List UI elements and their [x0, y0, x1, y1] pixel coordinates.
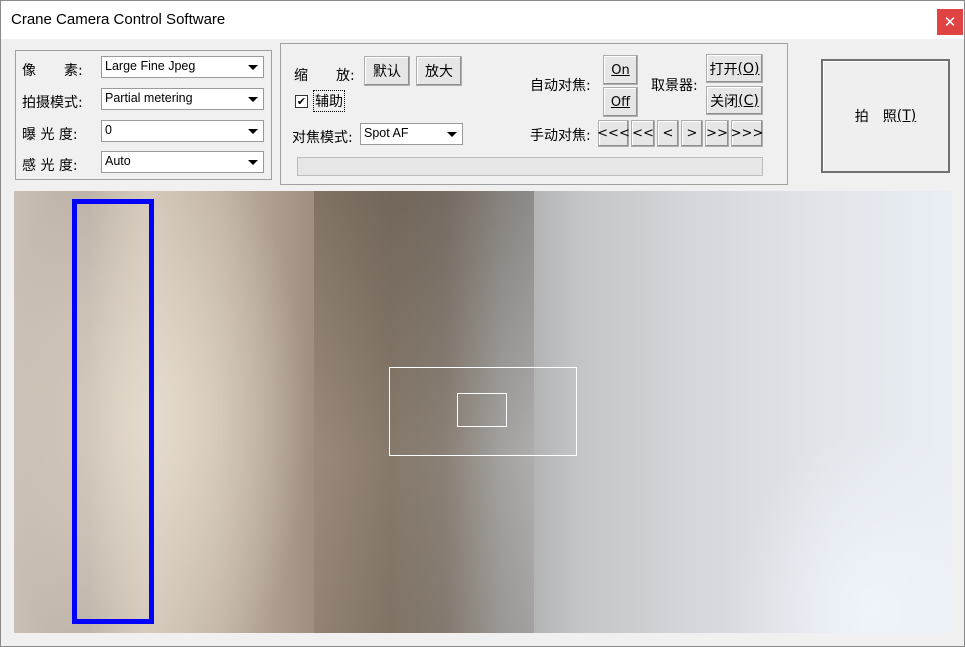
checkmark-icon: ✔ [296, 95, 307, 108]
focus-mode-select[interactable]: Spot AF [360, 123, 463, 145]
focus-controls-group: 缩 放: 默认 放大 ✔ 辅助 对焦模式: Spot AF 自动对焦: On O… [280, 43, 788, 185]
chevron-down-icon[interactable] [244, 123, 261, 139]
chevron-down-icon[interactable] [443, 126, 460, 142]
iso-value: Auto [105, 154, 131, 168]
chevron-down-icon[interactable] [244, 154, 261, 170]
autofocus-on-button[interactable]: On [603, 55, 638, 85]
manual-focus-label: 手动对焦: [530, 128, 591, 144]
close-icon: ✕ [943, 12, 957, 31]
close-button[interactable]: ✕ [937, 9, 963, 35]
capture-shortcut: (T) [896, 108, 917, 124]
capture-button[interactable]: 拍 照 (T) [821, 59, 950, 173]
focus-far-1-button[interactable]: < [657, 120, 679, 147]
exposure-select[interactable]: 0 [101, 120, 264, 142]
focus-near-1-button[interactable]: > [681, 120, 703, 147]
focus-frame[interactable] [72, 199, 154, 624]
chevron-down-icon[interactable] [244, 59, 261, 75]
capture-label: 拍 照 [854, 109, 897, 125]
autofocus-off-button[interactable]: Off [603, 87, 638, 117]
iso-label: 感 光 度: [22, 158, 78, 174]
main-window: Crane Camera Control Software ✕ 像 素: Lar… [0, 0, 965, 647]
shooting-mode-label: 拍摄模式: [22, 95, 83, 111]
exposure-value: 0 [105, 123, 112, 137]
assist-label[interactable]: 辅助 [313, 90, 345, 112]
live-preview[interactable] [14, 191, 952, 633]
zoom-default-button[interactable]: 默认 [364, 56, 410, 86]
chevron-down-icon[interactable] [244, 91, 261, 107]
shooting-mode-value: Partial metering [105, 91, 193, 105]
pixel-label: 像 素: [22, 63, 83, 79]
title-bar: Crane Camera Control Software ✕ [1, 1, 964, 39]
af-point [457, 393, 507, 427]
focus-mode-value: Spot AF [364, 126, 409, 140]
zoom-label: 缩 放: [294, 68, 355, 84]
window-title: Crane Camera Control Software [11, 11, 226, 28]
focus-far-3-button[interactable]: <<< [597, 120, 630, 147]
viewfinder-label: 取景器: [651, 78, 698, 94]
zoom-in-button[interactable]: 放大 [416, 56, 462, 86]
focus-mode-label: 对焦模式: [292, 130, 353, 146]
focus-near-2-button[interactable]: >> [705, 120, 729, 147]
viewfinder-open-button[interactable]: 打开 (O) [706, 54, 763, 83]
iso-select[interactable]: Auto [101, 151, 264, 173]
pixel-select[interactable]: Large Fine Jpeg [101, 56, 264, 78]
shooting-mode-select[interactable]: Partial metering [101, 88, 264, 110]
viewfinder-close-button[interactable]: 关闭 (C) [706, 86, 763, 115]
exposure-label: 曝 光 度: [22, 127, 78, 143]
focus-far-2-button[interactable]: << [631, 120, 655, 147]
focus-progress-bar [297, 157, 763, 176]
focus-near-3-button[interactable]: >>> [731, 120, 763, 147]
pixel-select-value: Large Fine Jpeg [105, 59, 196, 73]
camera-settings-group: 像 素: Large Fine Jpeg 拍摄模式: Partial meter… [15, 50, 272, 180]
assist-checkbox[interactable]: ✔ [295, 95, 308, 108]
autofocus-label: 自动对焦: [530, 78, 591, 94]
